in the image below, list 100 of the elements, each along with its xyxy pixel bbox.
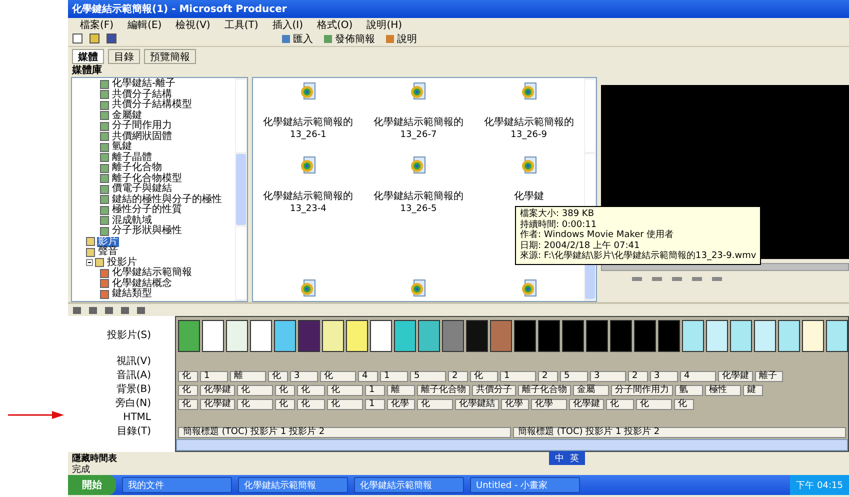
taskbar-button[interactable]: Untitled - 小畫家 <box>470 477 580 493</box>
timeline-clip[interactable]: 化學 <box>531 398 567 410</box>
tree-item[interactable]: 鍵結類型 <box>111 289 153 300</box>
tree-item[interactable]: 價電子與鍵結 <box>111 184 173 194</box>
timeline-clip[interactable]: 化 <box>674 398 694 410</box>
tab[interactable]: 目錄 <box>108 48 140 64</box>
timeline-clip[interactable]: 2 <box>628 370 648 382</box>
tree-item[interactable]: 共價分子結構模型 <box>111 100 193 110</box>
timeline-clip[interactable]: 化學 <box>387 398 415 410</box>
timeline-clip[interactable]: 1 <box>380 370 408 382</box>
timeline-clip[interactable]: 1 <box>365 398 385 410</box>
tree-item[interactable]: 離子晶體 <box>111 152 153 163</box>
timeline-clip[interactable]: 化 <box>275 384 295 396</box>
timeline-clip[interactable]: 1 <box>200 370 228 382</box>
toolbar-button[interactable]: 匯入 <box>279 32 315 46</box>
timeline-clip[interactable]: 2 <box>538 370 558 382</box>
timeline-clip[interactable]: 共價分子 <box>472 384 516 396</box>
tab[interactable]: 媒體 <box>72 48 104 64</box>
file-name[interactable]: 13_26-5 <box>400 204 437 214</box>
toolbar-button[interactable]: 說明 <box>383 32 419 46</box>
file-name[interactable]: 化學鍵結示範簡報的 <box>484 115 574 129</box>
tree-item[interactable]: 極性分子的性質 <box>111 205 183 216</box>
timeline-clip[interactable]: 離子化合物 <box>518 384 571 396</box>
timeline-clip[interactable]: 離 <box>387 384 415 396</box>
timeline-clip[interactable]: 簡報標題 (TOC) 投影片 1 投影片 2 <box>513 426 846 438</box>
tree-item[interactable]: 混成軌域 <box>111 216 153 226</box>
tree-item[interactable]: 金屬鍵 <box>111 110 143 121</box>
tab[interactable]: 預覽簡報 <box>144 48 196 64</box>
timeline-clip[interactable]: 3 <box>590 370 626 382</box>
tree-item[interactable]: 投影片 <box>106 258 138 268</box>
timeline-clip[interactable]: 化 <box>178 384 198 396</box>
timeline-clip[interactable]: 3 <box>650 370 678 382</box>
tree-item[interactable]: 離子化合物 <box>111 163 163 174</box>
timeline-clip[interactable]: 簡報標題 (TOC) 投影片 1 投影片 2 <box>178 426 511 438</box>
menu-item[interactable]: 檔案(F) <box>80 18 114 32</box>
menu-item[interactable]: 工具(T) <box>224 18 258 32</box>
menu-item[interactable]: 插入(I) <box>272 18 304 32</box>
menu-item[interactable]: 格式(O) <box>317 18 353 32</box>
file-name[interactable]: 化學鍵 <box>514 189 544 203</box>
timeline-clip[interactable]: 化 <box>327 384 363 396</box>
timeline-clip[interactable]: 分子間作用力 <box>611 384 673 396</box>
timeline-clip[interactable]: 化 <box>417 398 453 410</box>
tree-item[interactable]: 分子形狀與極性 <box>111 226 183 236</box>
tree-item[interactable]: 共價分子結構 <box>111 90 173 100</box>
language-button[interactable]: 英 <box>570 452 579 464</box>
file-name[interactable]: 化學鍵結示範簡報的 <box>263 189 354 203</box>
timeline-clip[interactable]: 化 <box>606 398 634 410</box>
timeline-clip[interactable]: 化 <box>178 398 198 410</box>
file-name[interactable]: 13_26-1 <box>290 130 326 140</box>
tree-item[interactable]: 氫鍵 <box>111 142 133 152</box>
menu-item[interactable]: 檢視(V) <box>176 18 210 32</box>
tree-item[interactable]: 共價網狀固體 <box>111 132 173 142</box>
timeline-clip[interactable]: 金屬 <box>573 384 609 396</box>
timeline-clip[interactable]: 極性 <box>705 384 741 396</box>
file-name[interactable]: 化學鍵結示範簡報的 <box>263 115 354 129</box>
timeline-clip[interactable]: 化學鍵 <box>718 370 753 382</box>
tree-item[interactable]: 離子化合物模型 <box>111 174 183 184</box>
timeline-clip[interactable]: 5 <box>410 370 446 382</box>
timeline-clip[interactable]: 化 <box>327 398 363 410</box>
timeline-clip[interactable]: 化學鍵 <box>569 398 604 410</box>
taskbar-button[interactable]: 我的文件 <box>122 477 232 493</box>
file-name[interactable]: 13_26-9 <box>510 130 548 140</box>
timeline-clip[interactable]: 化 <box>470 370 498 382</box>
timeline-clip[interactable]: 鍵 <box>743 384 763 396</box>
timeline-clip[interactable]: 4 <box>680 370 716 382</box>
tree-item[interactable]: 化學鍵結示範簡報 <box>111 268 193 278</box>
timeline-clip[interactable]: 化 <box>237 384 273 396</box>
timeline-clip[interactable]: 化 <box>237 398 273 410</box>
timeline-clip[interactable]: 化 <box>268 370 288 382</box>
menu-item[interactable]: 編輯(E) <box>128 18 162 32</box>
timeline-clip[interactable]: 3 <box>290 370 318 382</box>
taskbar-button[interactable]: 化學鍵結示範簡報 <box>238 477 348 493</box>
timeline-clip[interactable]: 化學鍵結 <box>455 398 499 410</box>
timeline-clip[interactable]: 化學鍵 <box>200 398 235 410</box>
timeline-clip[interactable]: 離 <box>230 370 266 382</box>
timeline-clip[interactable]: 氫 <box>675 384 703 396</box>
toolbar-button[interactable]: 發佈簡報 <box>321 32 377 46</box>
tree-item[interactable]: 鍵結的極性與分子的極性 <box>111 194 223 205</box>
taskbar-button[interactable]: 化學鍵結示範簡報 <box>354 477 464 493</box>
tree-item[interactable]: 分子間作用力 <box>111 121 173 132</box>
timeline-clip[interactable]: 2 <box>448 370 468 382</box>
file-name[interactable]: 13_26-7 <box>400 130 437 140</box>
tree-item[interactable]: 化學鍵結概念 <box>111 278 173 289</box>
timeline-clip[interactable]: 化 <box>275 398 295 410</box>
timeline-clip[interactable]: 1 <box>365 384 385 396</box>
language-button[interactable]: 中 <box>555 452 564 464</box>
timeline-clip[interactable]: 化 <box>636 398 672 410</box>
timeline-clip[interactable]: 化學 <box>501 398 529 410</box>
timeline-clip[interactable]: 化 <box>178 370 198 382</box>
start-button[interactable]: 開始 <box>68 475 116 495</box>
menu-item[interactable]: 說明(H) <box>366 18 402 32</box>
tree-item[interactable]: 聲音 <box>97 247 119 258</box>
timeline-clip[interactable]: 化 <box>297 384 325 396</box>
timeline-clip[interactable]: 化 <box>320 370 356 382</box>
hide-timeline-link[interactable]: 隱藏時間表 <box>72 452 117 464</box>
timeline-clip[interactable]: 1 <box>500 370 536 382</box>
file-name[interactable]: 13_23-4 <box>290 204 326 214</box>
file-name[interactable]: 化學鍵結示範簡報的 <box>373 115 464 129</box>
file-name[interactable]: 化學鍵結示範簡報的 <box>373 189 464 203</box>
timeline-clip[interactable]: 化 <box>297 398 325 410</box>
